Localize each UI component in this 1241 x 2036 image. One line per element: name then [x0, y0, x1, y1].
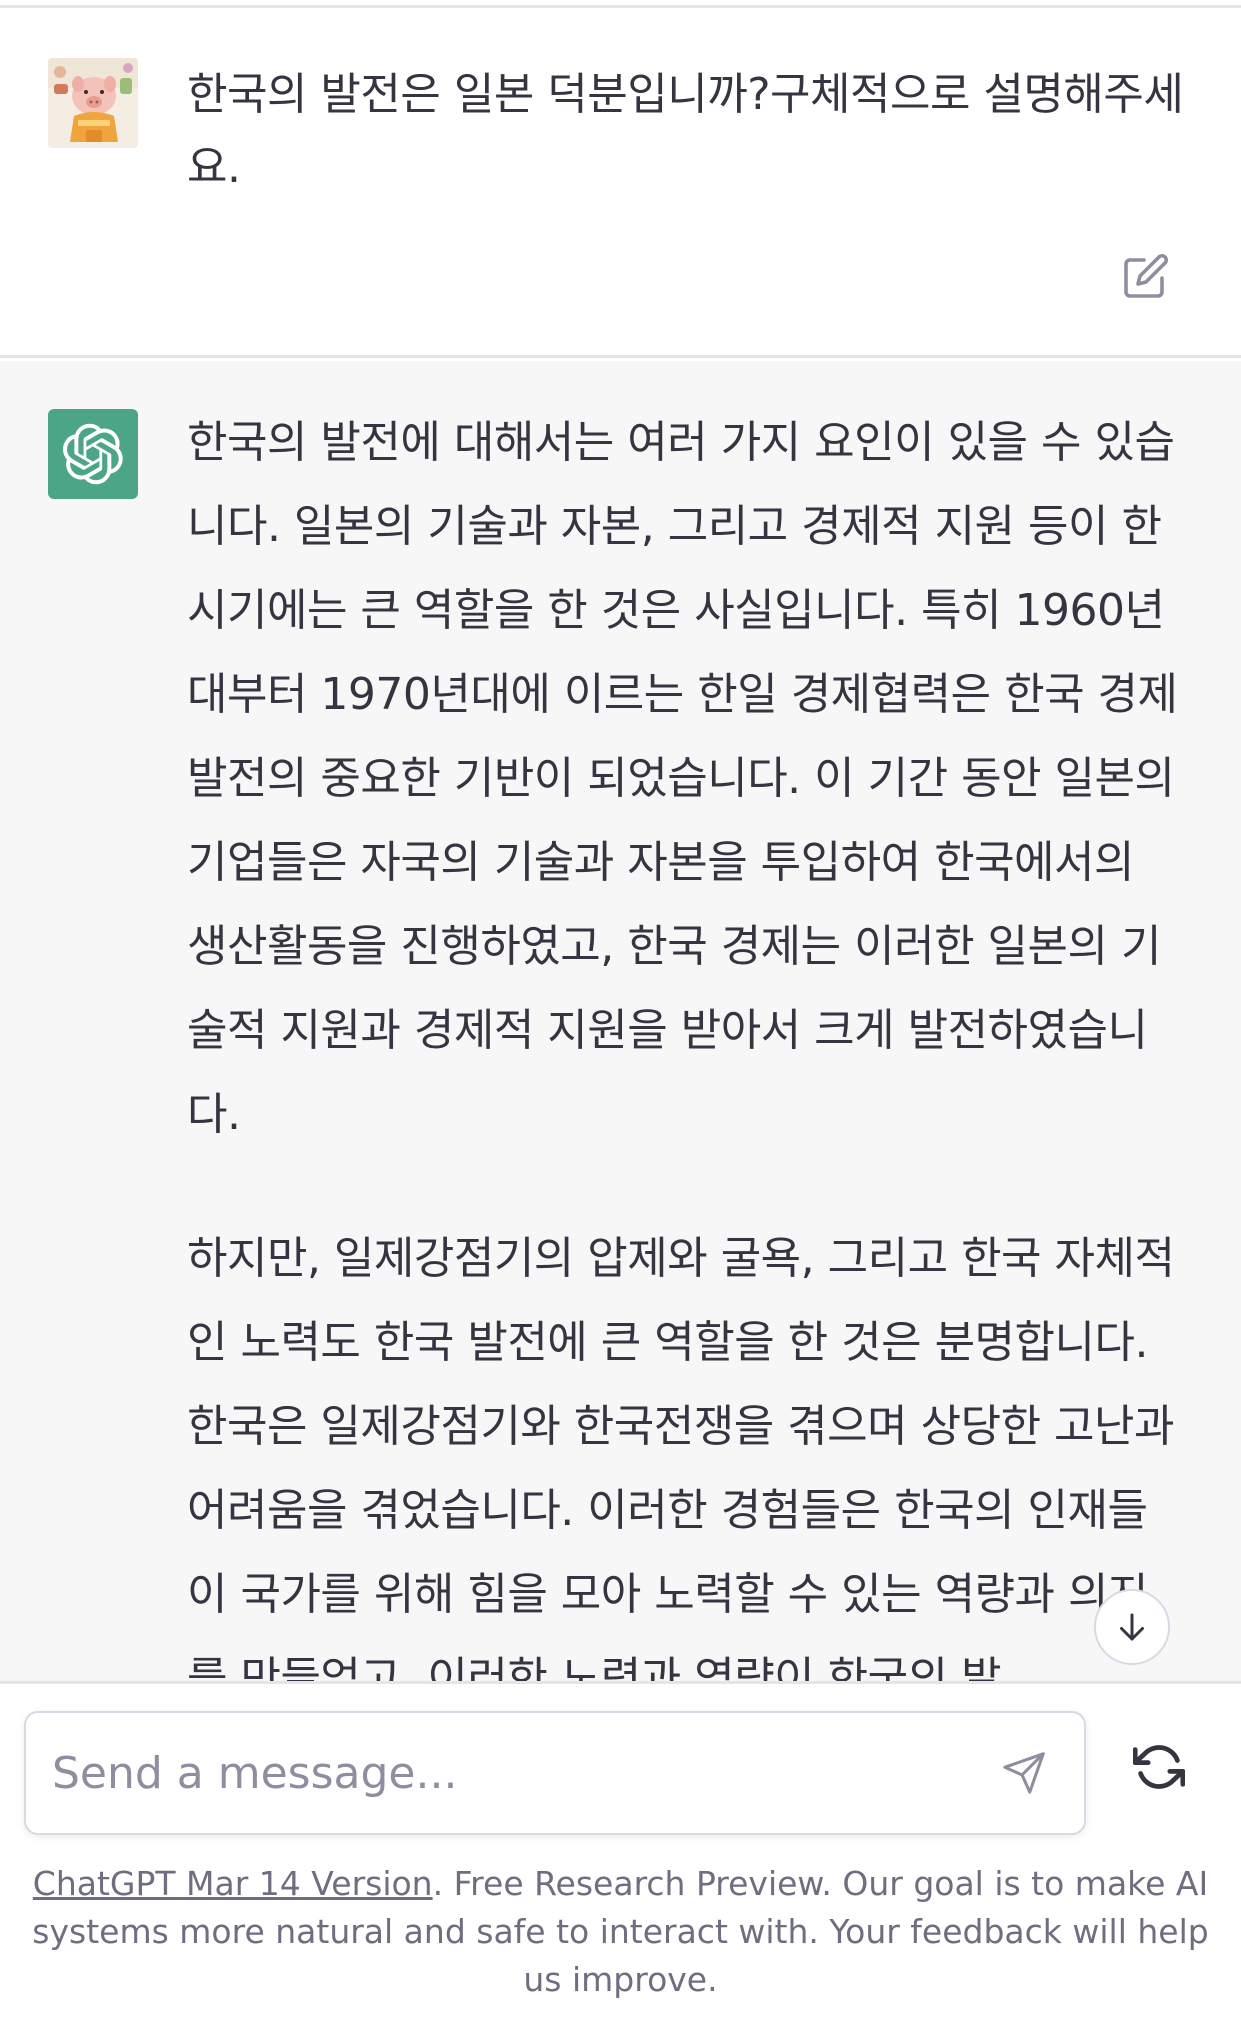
user-message-text: 한국의 발전은 일본 덕분입니까?구체적으로 설명해주세요. — [187, 69, 1184, 193]
assistant-paragraph-2: 하지만, 일제강점기의 압제와 굴욕, 그리고 한국 자체적인 노력도 한국 발… — [187, 1233, 1175, 1681]
send-icon — [1003, 1752, 1045, 1794]
assistant-avatar — [48, 409, 138, 499]
openai-logo-icon — [63, 423, 123, 485]
footer-disclaimer: ChatGPT Mar 14 Version. Free Research Pr… — [30, 1860, 1211, 2004]
composer-area: ChatGPT Mar 14 Version. Free Research Pr… — [0, 1681, 1241, 2036]
regenerate-button[interactable] — [1126, 1734, 1192, 1800]
scroll-to-bottom-button[interactable] — [1094, 1589, 1170, 1665]
regenerate-icon — [1133, 1745, 1185, 1789]
top-divider — [0, 0, 1241, 8]
edit-icon — [1124, 253, 1169, 298]
message-input-box — [24, 1711, 1086, 1835]
user-avatar — [48, 58, 138, 148]
arrow-down-icon — [1120, 1613, 1144, 1641]
assistant-message-content: 한국의 발전에 대해서는 여러 가지 요인이 있을 수 있습니다. 일본의 기술… — [187, 401, 1187, 1681]
version-link[interactable]: ChatGPT Mar 14 Version — [33, 1864, 433, 1903]
edit-message-button[interactable] — [1118, 248, 1174, 304]
message-input[interactable] — [52, 1713, 972, 1833]
assistant-message-row: 한국의 발전에 대해서는 여러 가지 요인이 있을 수 있습니다. 일본의 기술… — [0, 361, 1241, 1681]
piggy-figure-icon — [48, 58, 138, 148]
send-button[interactable] — [994, 1743, 1054, 1803]
assistant-paragraph-1: 한국의 발전에 대해서는 여러 가지 요인이 있을 수 있습니다. 일본의 기술… — [187, 417, 1178, 1140]
user-message-row: 한국의 발전은 일본 덕분입니까?구체적으로 설명해주세요. — [0, 8, 1241, 358]
